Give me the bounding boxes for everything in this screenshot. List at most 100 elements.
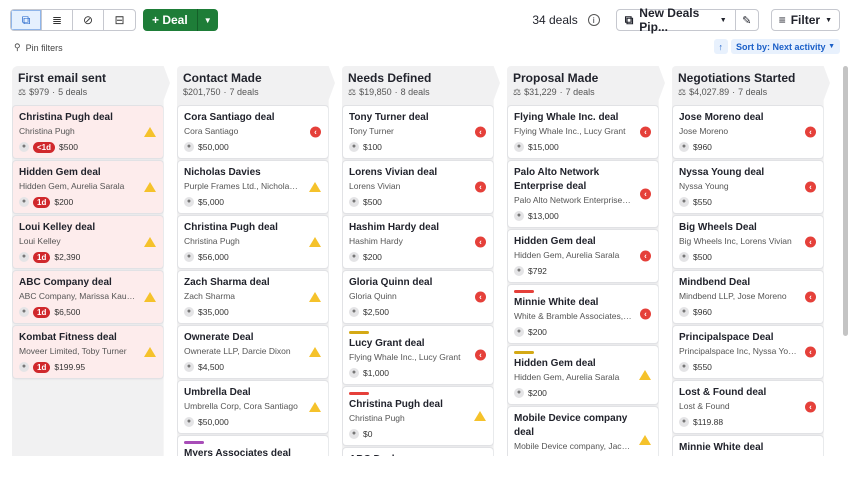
edit-pipeline-pencil-icon[interactable]: ✎ <box>736 10 758 30</box>
deal-title[interactable]: Flying Whale Inc. deal <box>514 111 652 125</box>
deal-card[interactable]: Lorens Vivian deal Lorens Vivian ● $500 ‹ <box>343 161 493 213</box>
no-activity-warning-icon[interactable] <box>804 457 816 467</box>
deal-title[interactable]: Christina Pugh deal <box>349 398 487 412</box>
pipeline-view-button[interactable]: ⧉ <box>11 10 42 30</box>
no-activity-warning-icon[interactable] <box>144 347 156 357</box>
deal-card[interactable]: Hidden Gem deal Hidden Gem, Aurelia Saral… <box>508 346 658 404</box>
no-activity-warning-icon[interactable] <box>639 435 651 445</box>
deal-title[interactable]: Hidden Gem deal <box>514 235 652 249</box>
pipeline-dropdown[interactable]: ⧉ New Deals Pip... ▼ <box>617 6 736 34</box>
add-deal-dropdown-caret-icon[interactable]: ▼ <box>198 9 218 31</box>
no-activity-warning-icon[interactable] <box>309 460 321 470</box>
no-activity-warning-icon[interactable] <box>309 237 321 247</box>
deal-title[interactable]: Gloria Quinn deal <box>349 276 487 290</box>
deal-card[interactable]: Nicholas Davies Purple Frames Ltd., Nicho… <box>178 161 328 213</box>
pin-filters-button[interactable]: ⚲ Pin filters <box>14 42 63 53</box>
deal-title[interactable]: Lucy Grant deal <box>349 337 487 351</box>
activity-overdue-icon[interactable]: ‹ <box>640 126 651 138</box>
activity-overdue-icon[interactable]: ‹ <box>805 291 816 303</box>
activity-overdue-icon[interactable]: ‹ <box>475 126 486 138</box>
activity-overdue-icon[interactable]: ‹ <box>805 181 816 193</box>
deal-card[interactable]: Ownerate Deal Ownerate LLP, Darcie Dixon ●… <box>178 326 328 378</box>
deal-title[interactable]: Ownerate Deal <box>184 331 322 345</box>
deal-card[interactable]: Christina Pugh deal Christina Pugh ● <1d $50… <box>13 106 163 158</box>
deal-title[interactable]: Hidden Gem deal <box>514 357 652 371</box>
deal-card[interactable]: Flying Whale Inc. deal Flying Whale Inc.,… <box>508 106 658 158</box>
deal-title[interactable]: Mobile Device company deal <box>514 412 652 440</box>
no-activity-warning-icon[interactable] <box>309 182 321 192</box>
deal-card[interactable]: Kombat Fitness deal Moveer Limited, Toby … <box>13 326 163 378</box>
deal-title[interactable]: Nyssa Young deal <box>679 166 817 180</box>
deal-title[interactable]: Minnie White deal <box>514 296 652 310</box>
activity-overdue-icon[interactable]: ‹ <box>805 236 816 248</box>
deal-title[interactable]: Kombat Fitness deal <box>19 331 157 345</box>
deal-title[interactable]: Hidden Gem deal <box>19 166 157 180</box>
deal-title[interactable]: Principalspace Deal <box>679 331 817 345</box>
deal-title[interactable]: Minnie White deal <box>679 441 817 455</box>
deal-card[interactable] <box>508 476 658 491</box>
deal-card[interactable]: Hidden Gem deal Hidden Gem, Aurelia Saral… <box>508 230 658 282</box>
no-activity-warning-icon[interactable] <box>309 292 321 302</box>
deal-card[interactable]: Big Wheels Deal Big Wheels Inc, Lorens Vi… <box>673 216 823 268</box>
activity-overdue-icon[interactable]: ‹ <box>475 236 486 248</box>
list-view-button[interactable]: ≣ <box>42 10 73 30</box>
archive-view-button[interactable]: ⊟ <box>104 10 135 30</box>
no-activity-warning-icon[interactable] <box>144 182 156 192</box>
activity-overdue-icon[interactable]: ‹ <box>310 126 321 138</box>
deal-card[interactable]: Palo Alto Network Enterprise deal Palo Al… <box>508 161 658 227</box>
deal-card[interactable]: Christina Pugh deal Christina Pugh ● $56,00… <box>178 216 328 268</box>
deal-title[interactable]: Big Wheels Deal <box>679 221 817 235</box>
no-activity-warning-icon[interactable] <box>144 237 156 247</box>
deal-card[interactable]: Zach Sharma deal Zach Sharma ● $35,000 <box>178 271 328 323</box>
deal-title[interactable]: Jose Moreno deal <box>679 111 817 125</box>
activity-overdue-icon[interactable]: ‹ <box>805 346 816 358</box>
deal-card[interactable]: Minnie White deal White & Bramble Associa… <box>508 285 658 343</box>
deal-title[interactable]: Lost & Found deal <box>679 386 817 400</box>
deal-card[interactable]: Cora Santiago deal Cora Santiago ● $50,000 ‹ <box>178 106 328 158</box>
activity-overdue-icon[interactable]: ‹ <box>475 291 486 303</box>
deal-title[interactable]: Christina Pugh deal <box>184 221 322 235</box>
add-deal-button[interactable]: + Deal <box>143 9 198 31</box>
deal-card[interactable]: Nyssa Young deal Nyssa Young ● $550 ‹ <box>673 161 823 213</box>
deal-title[interactable]: Loui Kelley deal <box>19 221 157 235</box>
deal-card[interactable]: ABC Company deal ABC Company, Marissa Kau… <box>13 271 163 323</box>
no-activity-warning-icon[interactable] <box>309 402 321 412</box>
no-activity-warning-icon[interactable] <box>639 370 651 380</box>
deal-title[interactable]: Umbrella Deal <box>184 386 322 400</box>
deal-title[interactable]: Tony Turner deal <box>349 111 487 125</box>
deal-title[interactable]: ABC Deal <box>349 453 487 456</box>
vertical-scrollbar[interactable] <box>843 66 848 336</box>
deal-card[interactable]: Myers Associates deal Myers Associates, B… <box>178 436 328 470</box>
deal-card[interactable]: Hashim Hardy deal Hashim Hardy ● $200 ‹ <box>343 216 493 268</box>
sort-by-dropdown[interactable]: Sort by: Next activity ▼ <box>731 39 840 54</box>
activity-overdue-icon[interactable]: ‹ <box>640 308 651 320</box>
deal-title[interactable]: Mindbend Deal <box>679 276 817 290</box>
deal-title[interactable]: Myers Associates deal <box>184 447 322 456</box>
deal-title[interactable]: Lorens Vivian deal <box>349 166 487 180</box>
sort-direction-arrow-up-icon[interactable]: ↑ <box>713 39 729 54</box>
forecast-view-button[interactable]: ⊘ <box>73 10 104 30</box>
activity-overdue-icon[interactable]: ‹ <box>805 126 816 138</box>
deal-card[interactable]: Minnie White deal Minnie White ● $600 <box>673 436 823 467</box>
deal-card[interactable]: Jose Moreno deal Jose Moreno ● $960 ‹ <box>673 106 823 158</box>
no-activity-warning-icon[interactable] <box>474 469 486 479</box>
deal-card[interactable]: Mobile Device company deal Mobile Device … <box>508 407 658 456</box>
deal-card[interactable]: Mindbend Deal Mindbend LLP, Jose Moreno ● $… <box>673 271 823 323</box>
deal-title[interactable]: Cora Santiago deal <box>184 111 322 125</box>
deal-card[interactable]: Hidden Gem deal Hidden Gem, Aurelia Saral… <box>13 161 163 213</box>
activity-overdue-icon[interactable]: ‹ <box>640 188 651 200</box>
deal-card[interactable]: Loui Kelley deal Loui Kelley ● 1d $2,390 <box>13 216 163 268</box>
deal-title[interactable]: Nicholas Davies <box>184 166 322 180</box>
deal-title[interactable]: ABC Company deal <box>19 276 157 290</box>
activity-overdue-icon[interactable]: ‹ <box>805 401 816 413</box>
activity-overdue-icon[interactable]: ‹ <box>640 250 651 262</box>
no-activity-warning-icon[interactable] <box>474 411 486 421</box>
filter-button[interactable]: ≡ Filter ▼ <box>770 9 840 31</box>
deal-card[interactable]: Gloria Quinn deal Gloria Quinn ● $2,500 ‹ <box>343 271 493 323</box>
deal-card[interactable]: Principalspace Deal Principalspace Inc, N… <box>673 326 823 378</box>
no-activity-warning-icon[interactable] <box>144 292 156 302</box>
deal-title[interactable]: Christina Pugh deal <box>19 111 157 125</box>
info-icon[interactable]: i <box>587 14 600 26</box>
no-activity-warning-icon[interactable] <box>309 347 321 357</box>
deal-card[interactable]: Lucy Grant deal Flying Whale Inc., Lucy G… <box>343 326 493 384</box>
